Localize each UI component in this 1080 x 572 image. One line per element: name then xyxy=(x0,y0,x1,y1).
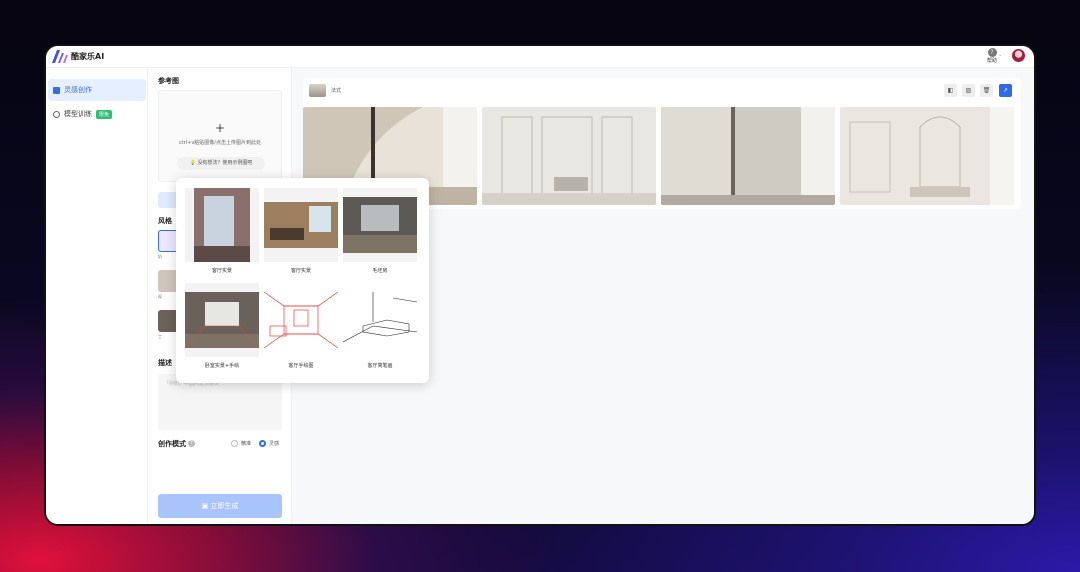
reference-thumbnail[interactable] xyxy=(309,84,326,97)
style-caption: 工 xyxy=(158,334,162,339)
example-item[interactable]: 客厅实景 xyxy=(264,188,338,274)
gear-icon xyxy=(53,110,60,118)
example-item[interactable]: 客厅手绘图 xyxy=(264,283,338,369)
reference-title: 参考图 xyxy=(158,77,179,85)
result-image[interactable] xyxy=(482,107,656,205)
example-image xyxy=(185,188,259,262)
example-item[interactable]: 客厅简笔画 xyxy=(343,283,417,369)
help-icon: ? xyxy=(987,48,997,57)
nav-item-label: 灵感创作 xyxy=(64,86,92,94)
example-caption: 客厅简笔画 xyxy=(367,363,393,369)
example-caption: 卧室实景+手绘 xyxy=(204,363,240,369)
upload-hint: ctrl+v粘贴图像/点击上传图片到此处 xyxy=(179,140,261,146)
description-title: 描述 xyxy=(158,359,172,367)
result-image[interactable] xyxy=(840,107,1014,205)
question-icon[interactable]: ? xyxy=(188,440,195,447)
radio-inspiration-label: 灵感 xyxy=(269,441,280,447)
example-image xyxy=(264,283,338,357)
example-image xyxy=(343,188,417,262)
radio-precise[interactable] xyxy=(231,440,238,447)
nav-item-model-training[interactable]: 模型训练 限免 xyxy=(48,103,146,125)
example-item[interactable]: 毛坯房 xyxy=(343,188,417,274)
left-nav: 灵感创作 模型训练 限免 « xyxy=(46,68,148,524)
style-caption: 奶 xyxy=(158,254,162,259)
example-caption: 客厅实景 xyxy=(211,268,232,274)
image-icon xyxy=(53,86,60,94)
help-label: 帮助 xyxy=(986,58,997,64)
top-bar: 酷家乐AI ? 帮助 ⌄ xyxy=(46,46,1034,68)
example-button-label: 没有想法？使用示例图吧 xyxy=(197,160,253,166)
example-caption: 客厅手绘图 xyxy=(288,363,314,369)
image-icon: ▣ xyxy=(201,502,209,510)
share-icon[interactable]: ↗ xyxy=(999,84,1012,97)
plus-icon: + xyxy=(214,121,226,135)
example-button[interactable]: 💡 没有想法？使用示例图吧 xyxy=(177,157,265,170)
radio-precise-label: 精准 xyxy=(241,441,252,447)
style-caption: 现 xyxy=(158,294,162,299)
bulb-icon: 💡 xyxy=(189,160,196,166)
free-badge: 限免 xyxy=(96,109,113,119)
nav-item-label: 模型训练 xyxy=(64,110,92,118)
example-caption: 毛坯房 xyxy=(372,268,388,274)
example-image xyxy=(264,188,338,262)
example-image xyxy=(343,283,417,357)
mode-row: 创作模式 ? 精准 灵感 xyxy=(158,438,282,450)
generate-button-label: 立即生成 xyxy=(210,502,239,510)
style-title: 风格 xyxy=(158,217,172,225)
example-item[interactable]: 客厅实景 xyxy=(185,188,259,274)
trash-icon[interactable]: 🗑 xyxy=(980,84,993,97)
example-popup: 客厅实景 客厅实景 毛坯房 卧室实景+手绘 客厅手绘图 客厅简笔画 xyxy=(176,178,429,383)
chevron-down-icon[interactable]: ⌄ xyxy=(998,52,1002,58)
example-item[interactable]: 卧室实景+手绘 xyxy=(185,283,259,369)
app-logo-icon[interactable] xyxy=(52,50,68,63)
result-image[interactable] xyxy=(661,107,835,205)
nav-item-inspiration[interactable]: 灵感创作 xyxy=(48,79,146,101)
mode-title: 创作模式 xyxy=(158,440,186,448)
upload-area[interactable]: + ctrl+v粘贴图像/点击上传图片到此处 💡 没有想法？使用示例图吧 xyxy=(158,90,282,182)
compare-icon[interactable]: ◧ xyxy=(944,84,957,97)
app-title: 酷家乐AI xyxy=(71,52,105,61)
style-tag: 法式 xyxy=(331,88,342,94)
example-image xyxy=(185,283,259,357)
example-caption: 客厅实景 xyxy=(290,268,311,274)
avatar[interactable] xyxy=(1012,49,1025,62)
image-icon[interactable]: ▨ xyxy=(962,84,975,97)
radio-inspiration[interactable] xyxy=(259,440,266,447)
generate-button[interactable]: ▣ 立即生成 xyxy=(158,494,282,518)
